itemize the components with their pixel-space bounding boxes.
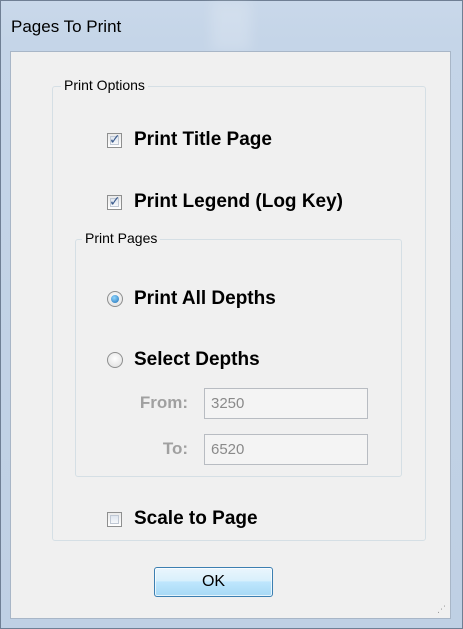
checkbox-box[interactable]: ✓ bbox=[107, 193, 122, 210]
checkmark-icon: ✓ bbox=[109, 131, 121, 148]
title-bar-sheen bbox=[211, 1, 251, 51]
to-label: To: bbox=[162, 439, 188, 458]
print-pages-group: Print Pages Print All Depths Select Dept… bbox=[75, 230, 402, 477]
checkbox-inner bbox=[110, 514, 119, 524]
print-legend-checkbox[interactable]: ✓ Print Legend (Log Key) bbox=[107, 191, 343, 213]
to-depth-input[interactable]: 6520 bbox=[204, 434, 368, 465]
checkmark-icon: ✓ bbox=[109, 193, 121, 210]
window-title: Pages To Print bbox=[11, 17, 122, 36]
radio-unselected-icon[interactable] bbox=[107, 352, 123, 368]
print-all-depths-radio[interactable]: Print All Depths bbox=[107, 288, 276, 310]
print-title-page-checkbox[interactable]: ✓ Print Title Page bbox=[107, 129, 272, 151]
print-options-group: Print Options ✓ Print Title Page ✓ Print… bbox=[52, 77, 426, 541]
checkbox-box[interactable]: ✓ bbox=[107, 131, 122, 148]
from-label: From: bbox=[139, 393, 188, 412]
select-depths-label: Select Depths bbox=[134, 349, 260, 370]
ok-button[interactable]: OK bbox=[154, 567, 273, 597]
from-depth-input[interactable]: 3250 bbox=[204, 388, 368, 419]
radio-selected-icon[interactable] bbox=[107, 291, 123, 307]
print-title-page-label: Print Title Page bbox=[134, 129, 272, 150]
select-depths-radio[interactable]: Select Depths bbox=[107, 349, 260, 371]
dialog-client-area: Print Options ✓ Print Title Page ✓ Print… bbox=[10, 51, 451, 619]
print-pages-legend: Print Pages bbox=[82, 230, 161, 246]
resize-grip-icon[interactable]: ⋰ bbox=[437, 605, 447, 615]
scale-to-page-label: Scale to Page bbox=[134, 508, 258, 529]
print-options-legend: Print Options bbox=[61, 77, 148, 93]
print-legend-label: Print Legend (Log Key) bbox=[134, 191, 343, 212]
title-bar[interactable]: Pages To Print bbox=[1, 1, 462, 51]
checkbox-box[interactable] bbox=[107, 511, 122, 527]
print-all-depths-label: Print All Depths bbox=[134, 288, 276, 309]
scale-to-page-checkbox[interactable]: Scale to Page bbox=[107, 508, 258, 530]
dialog-window: Pages To Print Print Options ✓ Print Tit… bbox=[0, 0, 463, 629]
